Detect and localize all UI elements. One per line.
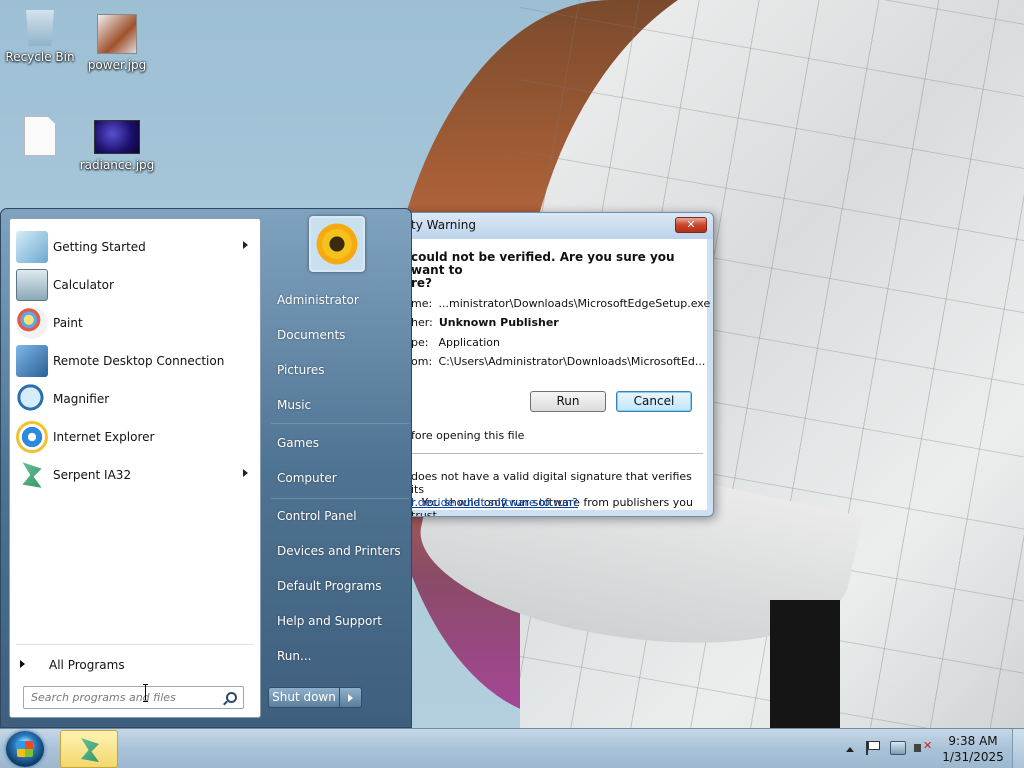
run-button[interactable]: Run: [530, 391, 606, 412]
program-paint[interactable]: Paint: [12, 305, 258, 341]
dialog-titlebar[interactable]: ty Warning ✕: [401, 213, 713, 239]
search-input[interactable]: Search programs and files: [23, 686, 244, 709]
link-documents[interactable]: Documents: [277, 328, 345, 342]
menu-separator: [271, 498, 409, 499]
shutdown-button[interactable]: Shut down: [268, 687, 340, 708]
row-value: C:\Users\Administrator\Downloads\Microso…: [438, 355, 706, 368]
row-key: om:: [411, 355, 433, 368]
remote-desktop-icon: [16, 345, 48, 377]
show-hidden-icons-icon[interactable]: [846, 747, 854, 752]
dialog-row-name: me: ...ministrator\Downloads\MicrosoftEd…: [411, 297, 710, 310]
expand-arrow-icon: [20, 660, 25, 668]
program-serpent[interactable]: Serpent IA32: [12, 457, 258, 493]
row-value: ...ministrator\Downloads\MicrosoftEdgeSe…: [438, 297, 711, 310]
clock[interactable]: 9:38 AM 1/31/2025: [938, 733, 1008, 765]
dialog-row-publisher: her: Unknown Publisher: [411, 316, 559, 329]
calculator-icon: [16, 269, 48, 301]
close-icon: ✕: [686, 218, 696, 231]
row-value: Application: [438, 336, 500, 349]
link-music[interactable]: Music: [277, 398, 311, 412]
desktop-icon-power-jpg[interactable]: power.jpg: [77, 14, 157, 72]
getting-started-icon: [16, 231, 48, 263]
help-link[interactable]: I decide what software to run?: [411, 496, 578, 509]
program-label: Paint: [53, 316, 83, 330]
close-button[interactable]: ✕: [675, 217, 707, 233]
program-label: Internet Explorer: [53, 430, 155, 444]
row-value: Unknown Publisher: [438, 316, 559, 329]
programs-pane: Getting Started Calculator Paint Remote …: [9, 218, 261, 718]
image-file-icon: [97, 14, 137, 54]
program-label: Getting Started: [53, 240, 146, 254]
dialog-question: could not be verified. Are you sure you …: [411, 250, 675, 290]
wallpaper-shape: [770, 600, 840, 728]
program-label: Remote Desktop Connection: [53, 354, 225, 368]
search-icon[interactable]: [226, 692, 237, 703]
cancel-button[interactable]: Cancel: [616, 391, 692, 412]
volume-muted-icon[interactable]: [914, 739, 932, 755]
submenu-arrow-icon: [243, 469, 248, 477]
search-placeholder: Search programs and files: [31, 691, 176, 704]
dialog-divider: [411, 453, 703, 454]
all-programs-button[interactable]: All Programs: [18, 653, 258, 677]
paint-icon: [16, 307, 48, 339]
desktop-icon-label: radiance.jpg: [79, 158, 155, 172]
start-menu-right-pane: Administrator Documents Pictures Music G…: [263, 209, 411, 729]
magnifier-icon: [16, 383, 48, 415]
user-avatar[interactable]: [309, 216, 365, 272]
shutdown-options-button[interactable]: [340, 687, 362, 708]
program-internet-explorer[interactable]: Internet Explorer: [12, 419, 258, 455]
action-center-flag-icon[interactable]: [866, 741, 880, 755]
network-icon[interactable]: [890, 741, 906, 755]
desktop-icon-label: Recycle Bin: [5, 50, 75, 64]
link-games[interactable]: Games: [277, 436, 319, 450]
all-programs-label: All Programs: [49, 658, 125, 672]
program-getting-started[interactable]: Getting Started: [12, 229, 258, 265]
program-label: Serpent IA32: [53, 468, 132, 482]
row-key: me:: [411, 297, 433, 310]
link-help-support[interactable]: Help and Support: [277, 614, 382, 628]
desktop-icon-recycle-bin[interactable]: Recycle Bin: [0, 6, 80, 64]
link-run[interactable]: Run...: [277, 649, 311, 663]
start-button[interactable]: [6, 731, 44, 767]
program-label: Magnifier: [53, 392, 110, 406]
desktop-icon-label: power.jpg: [87, 58, 147, 72]
program-label: Calculator: [53, 278, 114, 292]
link-administrator[interactable]: Administrator: [277, 293, 359, 307]
dialog-note: does not have a valid digital signature …: [411, 470, 693, 517]
start-menu: Getting Started Calculator Paint Remote …: [0, 208, 412, 728]
recycle-bin-icon: [26, 10, 54, 46]
program-remote-desktop[interactable]: Remote Desktop Connection: [12, 343, 258, 379]
link-default-programs[interactable]: Default Programs: [277, 579, 382, 593]
clock-date: 1/31/2025: [942, 750, 1004, 764]
link-control-panel[interactable]: Control Panel: [277, 509, 357, 523]
program-calculator[interactable]: Calculator: [12, 267, 258, 303]
dialog-title: ty Warning: [411, 218, 476, 232]
taskbar-app-serpent[interactable]: [60, 730, 118, 768]
menu-separator: [271, 423, 409, 424]
desktop-icon-radiance-jpg[interactable]: radiance.jpg: [77, 120, 157, 172]
row-key: pe:: [411, 336, 429, 349]
desktop-icon-blank-file[interactable]: [0, 116, 80, 160]
submenu-arrow-icon: [243, 241, 248, 249]
clock-time: 9:38 AM: [948, 734, 998, 748]
program-magnifier[interactable]: Magnifier: [12, 381, 258, 417]
serpent-icon: [81, 738, 99, 762]
link-computer[interactable]: Computer: [277, 471, 337, 485]
security-warning-dialog: ty Warning ✕ could not be verified. Are …: [400, 212, 714, 517]
serpent-icon: [22, 462, 42, 488]
dialog-row-from: om: C:\Users\Administrator\Downloads\Mic…: [411, 355, 705, 368]
always-ask-checkbox-label[interactable]: fore opening this file: [411, 429, 524, 442]
image-file-icon: [94, 120, 140, 154]
dialog-body: could not be verified. Are you sure you …: [407, 239, 710, 516]
link-devices-printers[interactable]: Devices and Printers: [277, 544, 401, 558]
link-pictures[interactable]: Pictures: [277, 363, 325, 377]
row-key: her:: [411, 316, 433, 329]
text-cursor-icon: [143, 684, 149, 702]
programs-divider: [16, 644, 254, 645]
internet-explorer-icon: [16, 421, 48, 453]
taskbar: 9:38 AM 1/31/2025: [0, 728, 1024, 768]
dialog-row-type: pe: Application: [411, 336, 500, 349]
blank-file-icon: [24, 116, 56, 156]
show-desktop-button[interactable]: [1012, 729, 1024, 768]
